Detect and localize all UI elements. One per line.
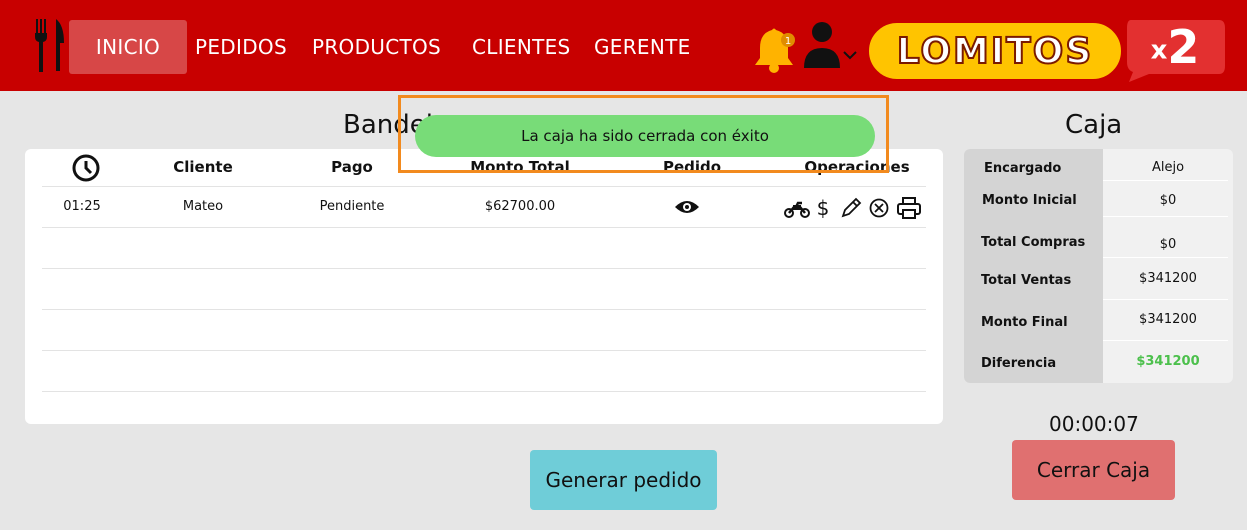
caja-label-monto-inicial: Monto Inicial <box>982 193 1077 208</box>
caja-value-monto-inicial: $0 <box>1159 193 1177 208</box>
cash-register-title: Caja <box>1065 110 1123 140</box>
brand-badge-text: x2 <box>1150 20 1200 74</box>
order-time: 01:25 <box>63 199 101 214</box>
caja-label-total-ventas: Total Ventas <box>981 273 1072 288</box>
nav-productos[interactable]: PRODUCTOS <box>312 20 441 74</box>
user-account-icon[interactable] <box>802 20 862 70</box>
clock-icon <box>72 154 100 182</box>
nav-inicio[interactable]: INICIO <box>69 20 187 74</box>
caja-value-total-compras: $0 <box>1159 237 1177 252</box>
divider <box>1103 340 1228 341</box>
order-payment-status: Pendiente <box>319 199 385 214</box>
order-total: $62700.00 <box>484 199 556 214</box>
order-client: Mateo <box>182 199 224 214</box>
caja-value-total-ventas: $341200 <box>1139 271 1197 286</box>
caja-value-encargado: Alejo <box>1151 160 1185 175</box>
brand-name: LOMITOS <box>896 30 1094 73</box>
table-row-empty <box>42 351 926 392</box>
row-operations: $ <box>784 196 926 220</box>
column-header-cliente[interactable]: Cliente <box>153 149 253 187</box>
nav-pedidos[interactable]: PEDIDOS <box>195 20 287 74</box>
column-header-pago[interactable]: Pago <box>302 149 402 187</box>
table-row-empty <box>42 269 926 310</box>
motorcycle-icon[interactable] <box>784 196 810 220</box>
table-row-empty <box>42 228 926 269</box>
eye-icon[interactable] <box>674 197 700 217</box>
success-toast[interactable]: La caja ha sido cerrada con éxito <box>415 115 875 157</box>
caja-label-diferencia: Diferencia <box>981 356 1057 371</box>
cancel-icon[interactable] <box>868 196 890 220</box>
top-navigation-bar: INICIO PEDIDOS PRODUCTOS CLIENTES GERENT… <box>0 0 1247 91</box>
close-register-button[interactable]: Cerrar Caja <box>1012 440 1175 500</box>
table-row[interactable]: 01:25 Mateo Pendiente $62700.00 $ <box>42 187 926 228</box>
divider <box>1103 299 1228 300</box>
cutlery-logo-icon[interactable] <box>30 17 70 73</box>
pencil-icon[interactable] <box>840 196 862 220</box>
svg-text:$: $ <box>817 196 830 220</box>
brand-logo: LOMITOS <box>866 20 1124 82</box>
printer-icon[interactable] <box>896 196 922 220</box>
session-timer: 00:00:07 <box>1049 412 1139 436</box>
dollar-icon[interactable]: $ <box>814 196 832 220</box>
notification-count: 1 <box>785 36 791 47</box>
nav-gerente[interactable]: GERENTE <box>594 20 691 74</box>
caja-value-diferencia: $341200 <box>1136 354 1200 369</box>
generate-order-button[interactable]: Generar pedido <box>530 450 717 510</box>
notification-bell-icon[interactable]: 1 <box>752 26 798 74</box>
caja-value-monto-final: $341200 <box>1139 312 1197 327</box>
caja-label-total-compras: Total Compras <box>981 235 1086 250</box>
nav-clientes[interactable]: CLIENTES <box>472 20 571 74</box>
divider <box>1103 216 1228 217</box>
table-row-empty <box>42 310 926 351</box>
divider <box>1103 257 1228 258</box>
cash-register-labels-column <box>964 149 1103 383</box>
orders-table: Cliente Pago Monto Total Pedido Operacio… <box>25 149 943 424</box>
caja-label-encargado: Encargado <box>984 161 1062 176</box>
caja-label-monto-final: Monto Final <box>981 315 1068 330</box>
divider <box>1103 180 1228 181</box>
chevron-down-icon <box>843 51 857 60</box>
cash-register-summary: Encargado Alejo Monto Inicial $0 Total C… <box>964 149 1233 383</box>
